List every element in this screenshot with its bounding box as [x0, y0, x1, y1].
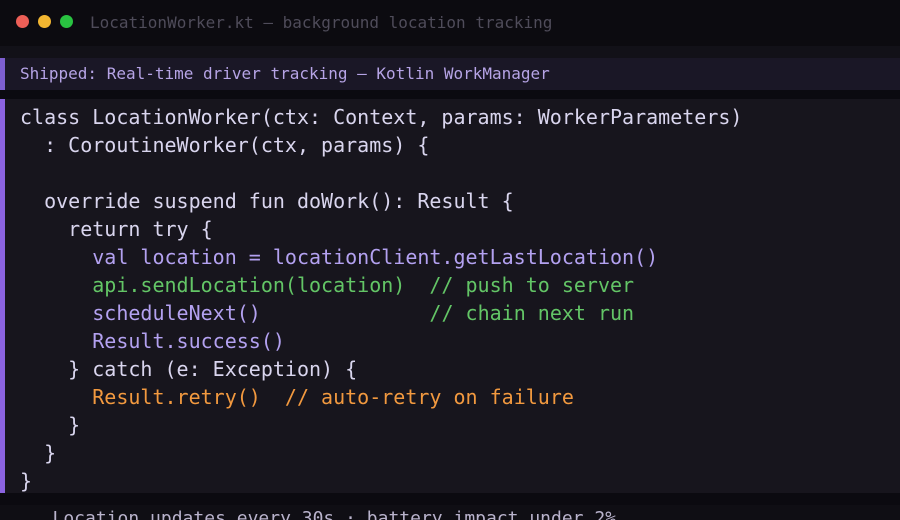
code-comment: // push to server [405, 273, 635, 297]
code-text: return try { [20, 217, 213, 241]
code-text: override suspend fun doWork(): Result { [20, 189, 514, 213]
code-line: Result.retry() // auto-retry on failure [20, 383, 574, 411]
code-text: val location = locationClient.getLastLoc… [20, 245, 659, 269]
code-line: class LocationWorker(ctx: Context, param… [20, 103, 742, 131]
code-line: Result.success() [20, 327, 285, 355]
code-line: } [20, 411, 80, 439]
window-title: LocationWorker.kt — background location … [90, 13, 553, 32]
code-line: } [20, 439, 56, 467]
code-text: } [20, 413, 81, 437]
code-line: return try { [20, 215, 213, 243]
code-line: } catch (e: Exception) { [20, 355, 357, 383]
code-text: : CoroutineWorker(ctx, params) { [20, 133, 430, 157]
code-text: scheduleNext() [20, 301, 261, 325]
code-text: } catch (e: Exception) { [20, 357, 358, 381]
window-titlebar: LocationWorker.kt — background location … [0, 0, 900, 46]
divider [0, 493, 900, 505]
maximize-window-button[interactable] [60, 15, 73, 28]
footer-text: Location updates every 30s · battery imp… [20, 508, 617, 520]
code-comment: // auto-retry on failure [260, 385, 574, 409]
code-line: api.sendLocation(location) // push to se… [20, 271, 634, 299]
code-text: } [20, 441, 57, 465]
code-line: scheduleNext() // chain next run [20, 299, 634, 327]
banner-text: Shipped: Real-time driver tracking — Kot… [20, 64, 550, 83]
code-text: } [20, 469, 33, 493]
divider [0, 90, 900, 99]
code-line: override suspend fun doWork(): Result { [20, 187, 514, 215]
close-window-button[interactable] [16, 15, 29, 28]
minimize-window-button[interactable] [38, 15, 51, 28]
code-text: api.sendLocation(location) [20, 273, 406, 297]
code-comment: // chain next run [260, 301, 635, 325]
code-block: class LocationWorker(ctx: Context, param… [0, 99, 900, 493]
code-text: Result.success() [20, 329, 285, 353]
code-line: } [20, 467, 32, 495]
footer-strip: Location updates every 30s · battery imp… [0, 505, 900, 520]
shipped-banner: Shipped: Real-time driver tracking — Kot… [0, 58, 900, 90]
code-text: Result.retry() [20, 385, 261, 409]
code-text: class LocationWorker(ctx: Context, param… [20, 105, 743, 129]
divider [0, 46, 900, 58]
code-line: val location = locationClient.getLastLoc… [20, 243, 658, 271]
code-line: : CoroutineWorker(ctx, params) { [20, 131, 429, 159]
